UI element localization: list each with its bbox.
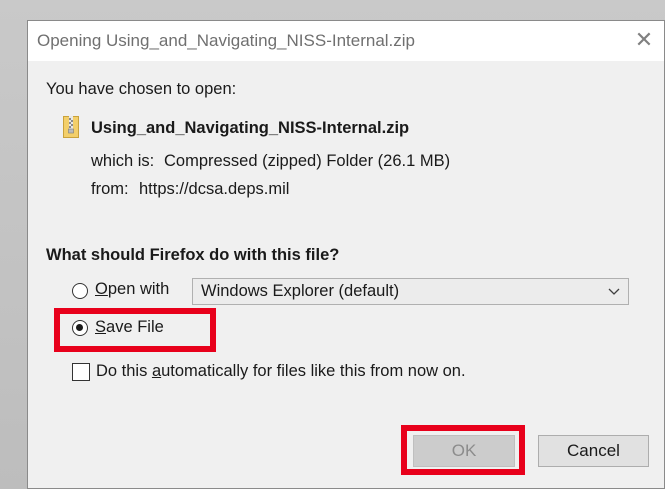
file-name: Using_and_Navigating_NISS-Internal.zip (91, 119, 410, 137)
open-with-app-value: Windows Explorer (default) (201, 282, 400, 300)
question-heading: What should Firefox do with this file? (46, 246, 340, 264)
open-with-label-rest: pen with (107, 280, 170, 298)
from-label: from: (91, 180, 129, 198)
open-with-app-select[interactable]: Windows Explorer (default) (192, 278, 629, 305)
auto-label-rest: utomatically for files like this from no… (161, 362, 466, 380)
file-source: https://dcsa.deps.mil (139, 180, 290, 198)
open-with-accesskey: O (95, 280, 108, 298)
close-icon[interactable]: ✕ (624, 21, 664, 61)
chevron-down-icon (608, 281, 620, 304)
open-with-label[interactable]: Open with (95, 280, 169, 299)
save-file-highlight (54, 308, 216, 352)
intro-text: You have chosen to open: (46, 80, 237, 98)
cancel-button[interactable]: Cancel (538, 435, 649, 467)
which-is-label: which is: (91, 152, 155, 170)
auto-accesskey: a (151, 362, 162, 380)
auto-checkbox[interactable] (72, 363, 90, 381)
title-bar: Opening Using_and_Navigating_NISS-Intern… (28, 21, 664, 61)
open-with-radio[interactable] (72, 283, 88, 299)
file-type: Compressed (zipped) Folder (26.1 MB) (164, 152, 451, 170)
dialog-title: Opening Using_and_Navigating_NISS-Intern… (37, 31, 416, 50)
download-dialog: Opening Using_and_Navigating_NISS-Intern… (27, 20, 665, 489)
auto-label[interactable]: Do this automatically for files like thi… (96, 362, 466, 381)
zip-folder-icon (63, 116, 79, 138)
auto-label-prefix: Do this (96, 362, 152, 380)
ok-highlight (401, 425, 525, 475)
